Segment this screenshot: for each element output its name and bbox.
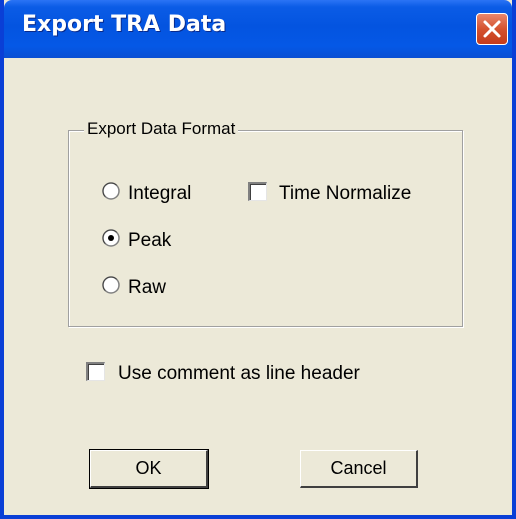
title-bar[interactable]: Export TRA Data (4, 0, 512, 58)
ok-button[interactable]: OK (89, 449, 209, 489)
line-header-label: Use comment as line header (118, 363, 360, 384)
radio-button-unselected[interactable] (102, 276, 120, 294)
close-button[interactable] (476, 13, 508, 45)
window-title: Export TRA Data (22, 12, 227, 37)
time-normalize-label: Time Normalize (279, 183, 412, 204)
checkbox-box[interactable] (248, 182, 267, 201)
cancel-button[interactable]: Cancel (300, 450, 418, 488)
radio-button-selected[interactable] (102, 229, 120, 247)
checkbox-box[interactable] (86, 362, 105, 381)
radio-label-integral: Integral (128, 183, 192, 204)
group-legend: Export Data Format (84, 119, 239, 139)
close-icon (483, 20, 501, 38)
export-tra-data-dialog: Export TRA Data Export Data Format Integ… (0, 0, 516, 519)
radio-label-raw: Raw (128, 277, 167, 298)
radio-button-unselected[interactable] (102, 182, 120, 200)
radio-label-peak: Peak (128, 230, 172, 251)
